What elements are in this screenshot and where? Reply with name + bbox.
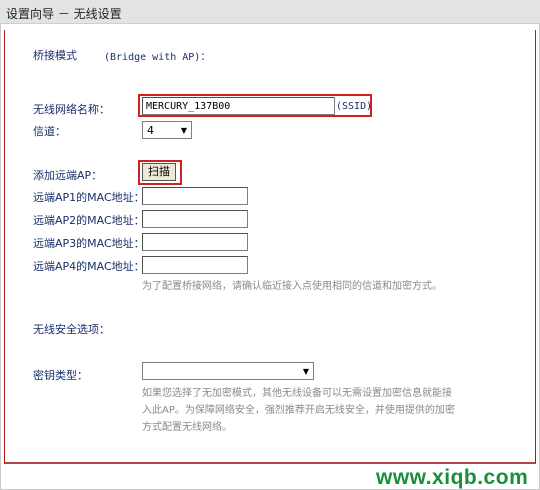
mac1-input[interactable]	[142, 187, 248, 205]
add-remote-ap-label: 添加远端AP：	[33, 169, 103, 182]
bridge-mode-label: 桥接模式	[33, 49, 77, 62]
ssid-input[interactable]	[142, 97, 335, 115]
title-bar: 设置向导 － 无线设置	[0, 0, 540, 24]
mac2-input[interactable]	[142, 210, 248, 228]
mac3-input[interactable]	[142, 233, 248, 251]
mac3-label: 远端AP3的MAC地址：	[33, 237, 145, 250]
key-type-label: 密钥类型：	[33, 369, 88, 382]
scan-button[interactable]: 扫描	[142, 163, 176, 181]
bridge-mode-english: (Bridge with AP)：	[104, 52, 211, 63]
security-options-label: 无线安全选项：	[33, 323, 110, 336]
chevron-down-icon: ▼	[180, 126, 187, 135]
channel-select[interactable]: 4 ▼	[142, 121, 192, 139]
chevron-down-icon: ▼	[302, 367, 309, 376]
security-hint-line3: 方式配置无线网络。	[142, 422, 232, 433]
ssid-suffix: (SSID)	[336, 101, 373, 112]
channel-value: 4	[147, 124, 154, 137]
site-watermark: www.xiqb.com	[376, 466, 529, 489]
key-type-select[interactable]: ▼	[142, 362, 314, 380]
page-title: 设置向导 － 无线设置	[6, 7, 122, 21]
mac2-label: 远端AP2的MAC地址：	[33, 214, 145, 227]
mac4-input[interactable]	[142, 256, 248, 274]
security-hint-line1: 如果您选择了无加密模式，其他无线设备可以无需设置加密信息就能接	[142, 388, 452, 399]
mac1-label: 远端AP1的MAC地址：	[33, 191, 145, 204]
bridge-hint: 为了配置桥接网络，请确认临近接入点使用相同的信道和加密方式。	[142, 281, 442, 292]
ssid-label: 无线网络名称：	[33, 103, 110, 116]
security-hint-line2: 入此AP。为保障网络安全，强烈推荐开启无线安全，并使用提供的加密	[142, 405, 455, 416]
mac4-label: 远端AP4的MAC地址：	[33, 260, 145, 273]
channel-label: 信道：	[33, 125, 66, 138]
